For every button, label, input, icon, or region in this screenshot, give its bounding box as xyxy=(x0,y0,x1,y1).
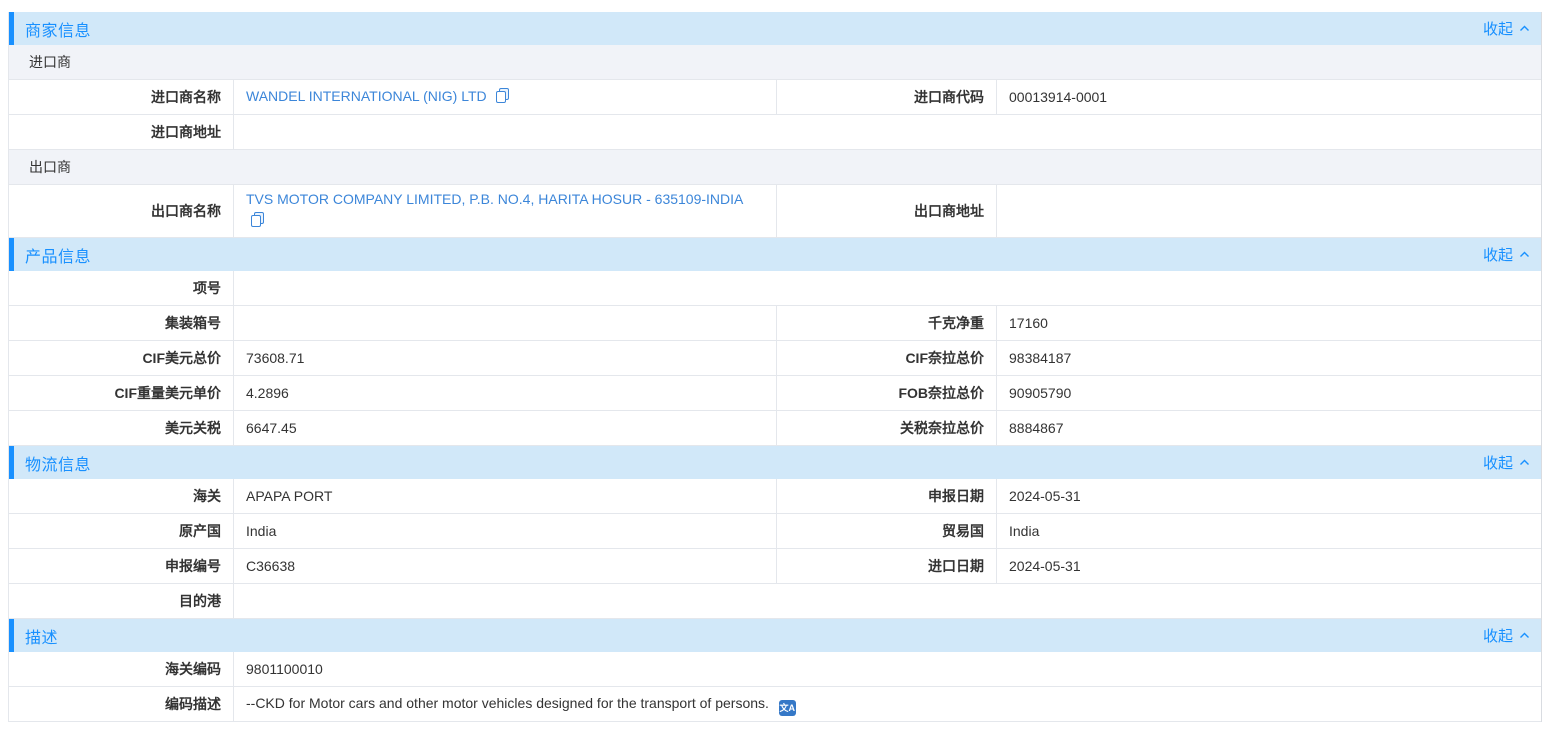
subsection-importer-label: 进口商 xyxy=(29,52,71,72)
row-exporter-name: 出口商名称 TVS MOTOR COMPANY LIMITED, P.B. NO… xyxy=(9,185,1541,238)
row-declaration-no: 申报编号 C36638 进口日期 2024-05-31 xyxy=(9,549,1541,584)
row-container-no: 集装箱号 千克净重 17160 xyxy=(9,306,1541,341)
exporter-address-label: 出口商地址 xyxy=(776,185,996,237)
row-origin-country: 原产国 India 贸易国 India xyxy=(9,514,1541,549)
hs-code-value: 9801100010 xyxy=(233,652,1541,686)
cif-naira-total-value: 98384187 xyxy=(996,341,1541,375)
row-cif-usd-total: CIF美元总价 73608.71 CIF奈拉总价 98384187 xyxy=(9,341,1541,376)
translate-icon[interactable]: 文A xyxy=(779,700,796,716)
usd-duty-value: 6647.45 xyxy=(233,411,776,445)
accent-bar xyxy=(9,238,14,271)
chevron-up-icon xyxy=(1518,456,1531,469)
exporter-name-label: 出口商名称 xyxy=(9,185,233,237)
row-importer-name: 进口商名称 WANDEL INTERNATIONAL (NIG) LTD 进口商… xyxy=(9,80,1541,115)
section-header-logistics: 物流信息 收起 xyxy=(9,446,1541,479)
row-customs: 海关 APAPA PORT 申报日期 2024-05-31 xyxy=(9,479,1541,514)
cif-usd-total-value: 73608.71 xyxy=(233,341,776,375)
importer-name-label: 进口商名称 xyxy=(9,80,233,114)
cif-naira-total-label: CIF奈拉总价 xyxy=(776,341,996,375)
accent-bar xyxy=(9,12,14,45)
customs-label: 海关 xyxy=(9,479,233,513)
accent-bar xyxy=(9,446,14,479)
exporter-name-link[interactable]: TVS MOTOR COMPANY LIMITED, P.B. NO.4, HA… xyxy=(246,191,743,207)
subsection-exporter: 出口商 xyxy=(9,150,1541,185)
collapse-button-merchant[interactable]: 收起 xyxy=(1483,18,1531,39)
importer-name-link[interactable]: WANDEL INTERNATIONAL (NIG) LTD xyxy=(246,88,487,104)
subsection-exporter-label: 出口商 xyxy=(29,157,71,177)
exporter-address-value xyxy=(996,185,1541,237)
row-usd-duty: 美元关税 6647.45 关税奈拉总价 8884867 xyxy=(9,411,1541,446)
duty-naira-total-label: 关税奈拉总价 xyxy=(776,411,996,445)
collapse-button-description[interactable]: 收起 xyxy=(1483,625,1531,646)
section-title-description: 描述 xyxy=(25,624,58,648)
section-header-product: 产品信息 收起 xyxy=(9,238,1541,271)
declaration-date-value: 2024-05-31 xyxy=(996,479,1541,513)
customs-value: APAPA PORT xyxy=(233,479,776,513)
declaration-date-label: 申报日期 xyxy=(776,479,996,513)
usd-duty-label: 美元关税 xyxy=(9,411,233,445)
net-weight-value: 17160 xyxy=(996,306,1541,340)
cif-usd-total-label: CIF美元总价 xyxy=(9,341,233,375)
row-destination-port: 目的港 xyxy=(9,584,1541,619)
row-item-no: 项号 xyxy=(9,271,1541,306)
section-title-merchant: 商家信息 xyxy=(25,17,91,41)
exporter-name-value: TVS MOTOR COMPANY LIMITED, P.B. NO.4, HA… xyxy=(233,185,776,237)
collapse-label: 收起 xyxy=(1483,452,1513,473)
origin-country-value: India xyxy=(233,514,776,548)
subsection-importer: 进口商 xyxy=(9,45,1541,80)
destination-port-value xyxy=(233,584,1541,618)
importer-address-label: 进口商地址 xyxy=(9,115,233,149)
code-description-text: --CKD for Motor cars and other motor veh… xyxy=(246,695,769,711)
chevron-up-icon xyxy=(1518,22,1531,35)
trade-country-label: 贸易国 xyxy=(776,514,996,548)
code-description-value: --CKD for Motor cars and other motor veh… xyxy=(233,687,1541,721)
trade-country-value: India xyxy=(996,514,1541,548)
fob-naira-total-label: FOB奈拉总价 xyxy=(776,376,996,410)
copy-icon[interactable] xyxy=(496,88,509,109)
cif-usd-unit-weight-value: 4.2896 xyxy=(233,376,776,410)
importer-code-value: 00013914-0001 xyxy=(996,80,1541,114)
collapse-label: 收起 xyxy=(1483,18,1513,39)
section-header-description: 描述 收起 xyxy=(9,619,1541,652)
item-no-label: 项号 xyxy=(9,271,233,305)
row-importer-address: 进口商地址 xyxy=(9,115,1541,150)
fob-naira-total-value: 90905790 xyxy=(996,376,1541,410)
row-cif-unit-price: CIF重量美元单价 4.2896 FOB奈拉总价 90905790 xyxy=(9,376,1541,411)
collapse-button-product[interactable]: 收起 xyxy=(1483,244,1531,265)
hs-code-label: 海关编码 xyxy=(9,652,233,686)
accent-bar xyxy=(9,619,14,652)
importer-address-value xyxy=(233,115,1541,149)
import-date-value: 2024-05-31 xyxy=(996,549,1541,583)
section-header-merchant: 商家信息 收起 xyxy=(9,12,1541,45)
declaration-no-label: 申报编号 xyxy=(9,549,233,583)
container-no-value xyxy=(233,306,776,340)
chevron-up-icon xyxy=(1518,248,1531,261)
import-date-label: 进口日期 xyxy=(776,549,996,583)
collapse-button-logistics[interactable]: 收起 xyxy=(1483,452,1531,473)
chevron-up-icon xyxy=(1518,629,1531,642)
trade-record-detail: 商家信息 收起 进口商 进口商名称 WANDEL INTERNATIONAL (… xyxy=(8,12,1542,722)
duty-naira-total-value: 8884867 xyxy=(996,411,1541,445)
declaration-no-value: C36638 xyxy=(233,549,776,583)
importer-name-value: WANDEL INTERNATIONAL (NIG) LTD xyxy=(233,80,776,114)
section-title-logistics: 物流信息 xyxy=(25,451,91,475)
collapse-label: 收起 xyxy=(1483,244,1513,265)
section-title-product: 产品信息 xyxy=(25,243,91,267)
collapse-label: 收起 xyxy=(1483,625,1513,646)
container-no-label: 集装箱号 xyxy=(9,306,233,340)
origin-country-label: 原产国 xyxy=(9,514,233,548)
row-code-description: 编码描述 --CKD for Motor cars and other moto… xyxy=(9,687,1541,722)
cif-usd-unit-weight-label: CIF重量美元单价 xyxy=(9,376,233,410)
item-no-value xyxy=(233,271,1541,305)
net-weight-label: 千克净重 xyxy=(776,306,996,340)
row-hs-code: 海关编码 9801100010 xyxy=(9,652,1541,687)
code-description-label: 编码描述 xyxy=(9,687,233,721)
copy-icon[interactable] xyxy=(251,212,264,233)
importer-code-label: 进口商代码 xyxy=(776,80,996,114)
destination-port-label: 目的港 xyxy=(9,584,233,618)
